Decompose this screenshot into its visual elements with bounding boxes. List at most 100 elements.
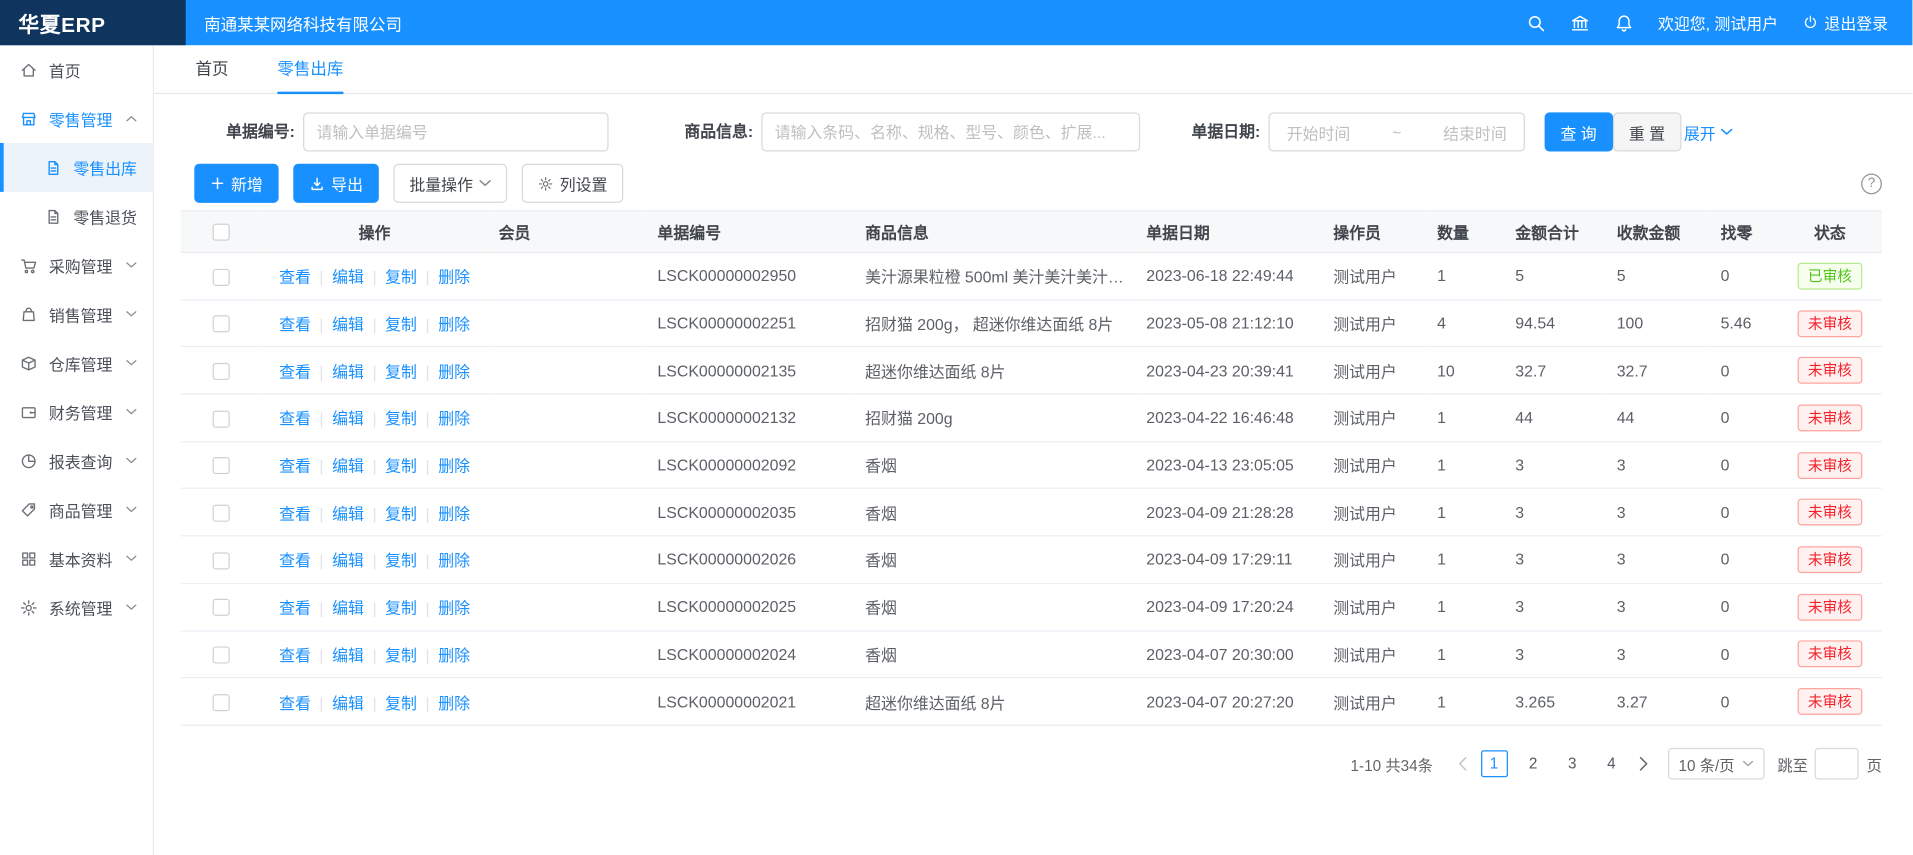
row-checkbox[interactable] xyxy=(212,694,229,711)
shop-icon xyxy=(20,109,38,127)
row-4-view-link[interactable]: 查看 xyxy=(279,457,311,475)
row-1-view-link[interactable]: 查看 xyxy=(279,315,311,333)
row-4-delete-link[interactable]: 删除 xyxy=(438,457,470,475)
row-2-delete-link[interactable]: 删除 xyxy=(438,363,470,381)
batch-actions-button[interactable]: 批量操作 xyxy=(394,164,508,203)
cell-received: 100 xyxy=(1607,300,1711,347)
sidebar-item-goods[interactable]: 商品管理 xyxy=(0,485,153,534)
bill-no-input[interactable] xyxy=(303,112,609,151)
reset-button[interactable]: 重 置 xyxy=(1613,112,1681,151)
page-button-3[interactable]: 3 xyxy=(1559,750,1586,777)
sidebar-item-finance[interactable]: 财务管理 xyxy=(0,387,153,436)
row-3-view-link[interactable]: 查看 xyxy=(279,410,311,428)
row-8-view-link[interactable]: 查看 xyxy=(279,646,311,664)
sidebar-item-retail-outbound[interactable]: 零售出库 xyxy=(0,143,153,192)
row-7-view-link[interactable]: 查看 xyxy=(279,599,311,617)
row-checkbox[interactable] xyxy=(212,363,229,380)
bell-icon[interactable] xyxy=(1614,13,1634,33)
row-5-view-link[interactable]: 查看 xyxy=(279,504,311,522)
row-4-edit-link[interactable]: 编辑 xyxy=(332,457,364,475)
row-checkbox[interactable] xyxy=(212,505,229,522)
cell-qty: 10 xyxy=(1427,347,1505,394)
row-checkbox[interactable] xyxy=(212,410,229,427)
logout-button[interactable]: 退出登录 xyxy=(1802,11,1888,34)
row-8-copy-link[interactable]: 复制 xyxy=(385,646,417,664)
select-all-checkbox[interactable] xyxy=(212,224,229,241)
sidebar-item-sales[interactable]: 销售管理 xyxy=(0,290,153,339)
cell-received: 32.7 xyxy=(1607,347,1711,394)
row-2-view-link[interactable]: 查看 xyxy=(279,363,311,381)
row-0-copy-link[interactable]: 复制 xyxy=(385,268,417,286)
cell-bill-no: LSCK00000002950 xyxy=(648,252,856,299)
row-7-copy-link[interactable]: 复制 xyxy=(385,599,417,617)
sidebar-item-warehouse[interactable]: 仓库管理 xyxy=(0,338,153,387)
row-6-view-link[interactable]: 查看 xyxy=(279,552,311,570)
tab-retail-outbound[interactable]: 零售出库 xyxy=(277,45,343,94)
row-3-edit-link[interactable]: 编辑 xyxy=(332,410,364,428)
help-icon[interactable]: ? xyxy=(1861,173,1882,194)
cell-total: 3 xyxy=(1506,583,1607,630)
sidebar-item-report[interactable]: 报表查询 xyxy=(0,436,153,485)
row-1-copy-link[interactable]: 复制 xyxy=(385,315,417,333)
row-checkbox[interactable] xyxy=(212,457,229,474)
row-5-delete-link[interactable]: 删除 xyxy=(438,504,470,522)
sidebar-item-retail[interactable]: 零售管理 xyxy=(0,94,153,143)
export-button[interactable]: 导出 xyxy=(293,164,379,203)
row-8-edit-link[interactable]: 编辑 xyxy=(332,646,364,664)
cell-actions: 查看|编辑|复制|删除 xyxy=(260,347,489,394)
row-6-copy-link[interactable]: 复制 xyxy=(385,552,417,570)
tab-home[interactable]: 首页 xyxy=(196,45,229,94)
row-7-edit-link[interactable]: 编辑 xyxy=(332,599,364,617)
cell-received: 3 xyxy=(1607,536,1711,583)
row-9-copy-link[interactable]: 复制 xyxy=(385,694,417,712)
row-checkbox[interactable] xyxy=(212,552,229,569)
row-5-copy-link[interactable]: 复制 xyxy=(385,504,417,522)
row-4-copy-link[interactable]: 复制 xyxy=(385,457,417,475)
row-3-delete-link[interactable]: 删除 xyxy=(438,410,470,428)
page-button-2[interactable]: 2 xyxy=(1520,750,1547,777)
sidebar-item-system[interactable]: 系统管理 xyxy=(0,583,153,632)
cell-status: 未审核 xyxy=(1778,441,1882,488)
row-1-delete-link[interactable]: 删除 xyxy=(438,315,470,333)
row-checkbox[interactable] xyxy=(212,268,229,285)
warehouse-icon xyxy=(20,354,38,372)
jump-page-input[interactable] xyxy=(1815,748,1859,780)
row-checkbox[interactable] xyxy=(212,647,229,664)
page-size-select[interactable]: 10 条/页 xyxy=(1668,748,1766,780)
prev-page-button[interactable] xyxy=(1457,756,1467,771)
row-2-copy-link[interactable]: 复制 xyxy=(385,363,417,381)
cell-total: 94.54 xyxy=(1506,300,1607,347)
column-settings-button[interactable]: 列设置 xyxy=(522,164,623,203)
row-6-delete-link[interactable]: 删除 xyxy=(438,552,470,570)
search-icon[interactable] xyxy=(1526,13,1546,33)
row-9-delete-link[interactable]: 删除 xyxy=(438,694,470,712)
row-checkbox[interactable] xyxy=(212,599,229,616)
row-6-edit-link[interactable]: 编辑 xyxy=(332,552,364,570)
sidebar-item-purchase[interactable]: 采购管理 xyxy=(0,241,153,290)
row-5-edit-link[interactable]: 编辑 xyxy=(332,504,364,522)
row-2-edit-link[interactable]: 编辑 xyxy=(332,363,364,381)
row-8-delete-link[interactable]: 删除 xyxy=(438,646,470,664)
page-button-1[interactable]: 1 xyxy=(1481,750,1508,777)
product-info-input[interactable] xyxy=(761,112,1140,151)
row-9-edit-link[interactable]: 编辑 xyxy=(332,694,364,712)
row-9-view-link[interactable]: 查看 xyxy=(279,694,311,712)
bank-icon[interactable] xyxy=(1570,13,1590,33)
row-checkbox[interactable] xyxy=(212,316,229,333)
row-0-edit-link[interactable]: 编辑 xyxy=(332,268,364,286)
cell-status: 未审核 xyxy=(1778,347,1882,394)
page-button-4[interactable]: 4 xyxy=(1598,750,1625,777)
search-button[interactable]: 查 询 xyxy=(1545,112,1613,151)
sidebar-item-retail-return[interactable]: 零售退货 xyxy=(0,192,153,241)
expand-toggle[interactable]: 展开 xyxy=(1684,112,1733,151)
row-1-edit-link[interactable]: 编辑 xyxy=(332,315,364,333)
row-0-delete-link[interactable]: 删除 xyxy=(438,268,470,286)
row-0-view-link[interactable]: 查看 xyxy=(279,268,311,286)
date-range-input[interactable]: 开始时间 ~ 结束时间 xyxy=(1268,112,1525,151)
sidebar-item-basic[interactable]: 基本资料 xyxy=(0,534,153,583)
sidebar-item-home[interactable]: 首页 xyxy=(0,45,153,94)
next-page-button[interactable] xyxy=(1638,756,1648,771)
add-button[interactable]: 新增 xyxy=(194,164,278,203)
row-7-delete-link[interactable]: 删除 xyxy=(438,599,470,617)
row-3-copy-link[interactable]: 复制 xyxy=(385,410,417,428)
